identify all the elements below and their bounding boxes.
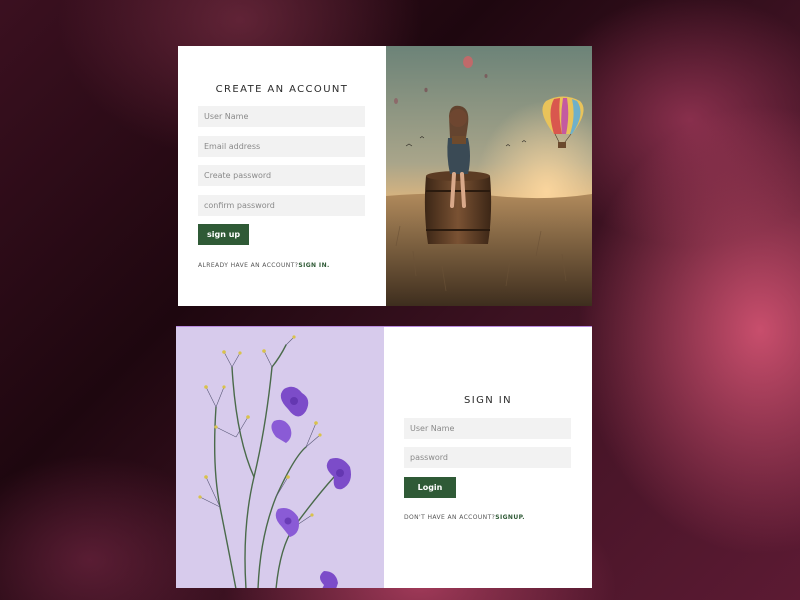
flower-photo [176,327,384,588]
signup-password-input[interactable] [198,165,365,186]
signup-confirm-password-input[interactable] [198,195,365,216]
flower-illustration [176,327,384,588]
signup-email-input[interactable] [198,136,365,157]
signin-card: SIGN IN Login DON'T HAVE AN ACCOUNT?SIGN… [176,326,592,588]
signin-form: SIGN IN Login DON'T HAVE AN ACCOUNT?SIGN… [384,327,592,588]
signin-title: SIGN IN [464,395,512,406]
signin-prompt: ALREADY HAVE AN ACCOUNT?SIGN IN. [198,262,330,269]
signup-username-input[interactable] [198,106,365,127]
signup-link[interactable]: SIGNUP. [495,514,525,521]
signin-password-input[interactable] [404,447,571,468]
signup-prompt: DON'T HAVE AN ACCOUNT?SIGNUP. [404,514,525,521]
signup-form: CREATE AN ACCOUNT sign up ALREADY HAVE A… [178,46,386,306]
signin-prompt-text: ALREADY HAVE AN ACCOUNT? [198,262,299,269]
balloon-photo [386,46,592,306]
signup-title: CREATE AN ACCOUNT [215,84,349,95]
login-button[interactable]: Login [404,477,456,498]
signup-button[interactable]: sign up [198,224,250,245]
signin-link[interactable]: SIGN IN. [298,262,329,269]
balloon-illustration [386,46,592,306]
signup-prompt-text: DON'T HAVE AN ACCOUNT? [404,514,496,521]
signup-card: CREATE AN ACCOUNT sign up ALREADY HAVE A… [178,46,592,306]
signin-username-input[interactable] [404,418,571,439]
